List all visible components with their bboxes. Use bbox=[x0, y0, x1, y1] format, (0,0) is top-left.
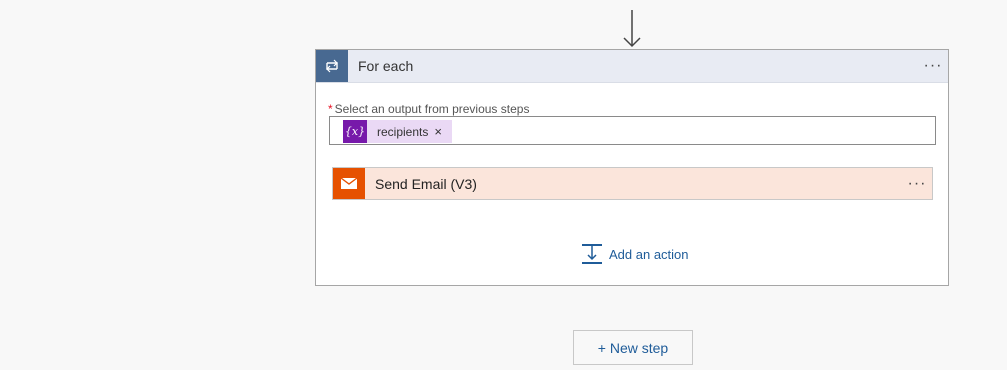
required-marker: * bbox=[328, 102, 333, 116]
add-action-label: Add an action bbox=[609, 246, 689, 262]
envelope-icon bbox=[333, 168, 365, 199]
flow-arrow-down-icon bbox=[623, 10, 641, 48]
send-email-menu-button[interactable]: ··· bbox=[902, 175, 932, 191]
for-each-card: For each ··· * Select an output from prev… bbox=[315, 49, 949, 286]
send-email-action[interactable]: Send Email (V3) ··· bbox=[332, 167, 933, 200]
for-each-header[interactable]: For each ··· bbox=[316, 50, 948, 83]
for-each-title: For each bbox=[358, 58, 414, 74]
token-label: recipients bbox=[377, 124, 429, 139]
token-remove-button[interactable]: × bbox=[434, 124, 442, 139]
add-action-icon bbox=[582, 244, 602, 264]
recipients-token[interactable]: {x} recipients × bbox=[343, 120, 452, 143]
send-email-title: Send Email (V3) bbox=[375, 175, 477, 192]
variable-icon: {x} bbox=[343, 120, 367, 143]
field-label: * Select an output from previous steps bbox=[328, 102, 529, 116]
output-select-field[interactable]: {x} recipients × bbox=[329, 116, 936, 145]
new-step-button[interactable]: + New step bbox=[573, 330, 693, 365]
loop-icon bbox=[316, 50, 348, 82]
add-action-button[interactable]: Add an action bbox=[581, 243, 689, 265]
for-each-menu-button[interactable]: ··· bbox=[918, 58, 948, 74]
field-label-text: Select an output from previous steps bbox=[334, 102, 530, 116]
